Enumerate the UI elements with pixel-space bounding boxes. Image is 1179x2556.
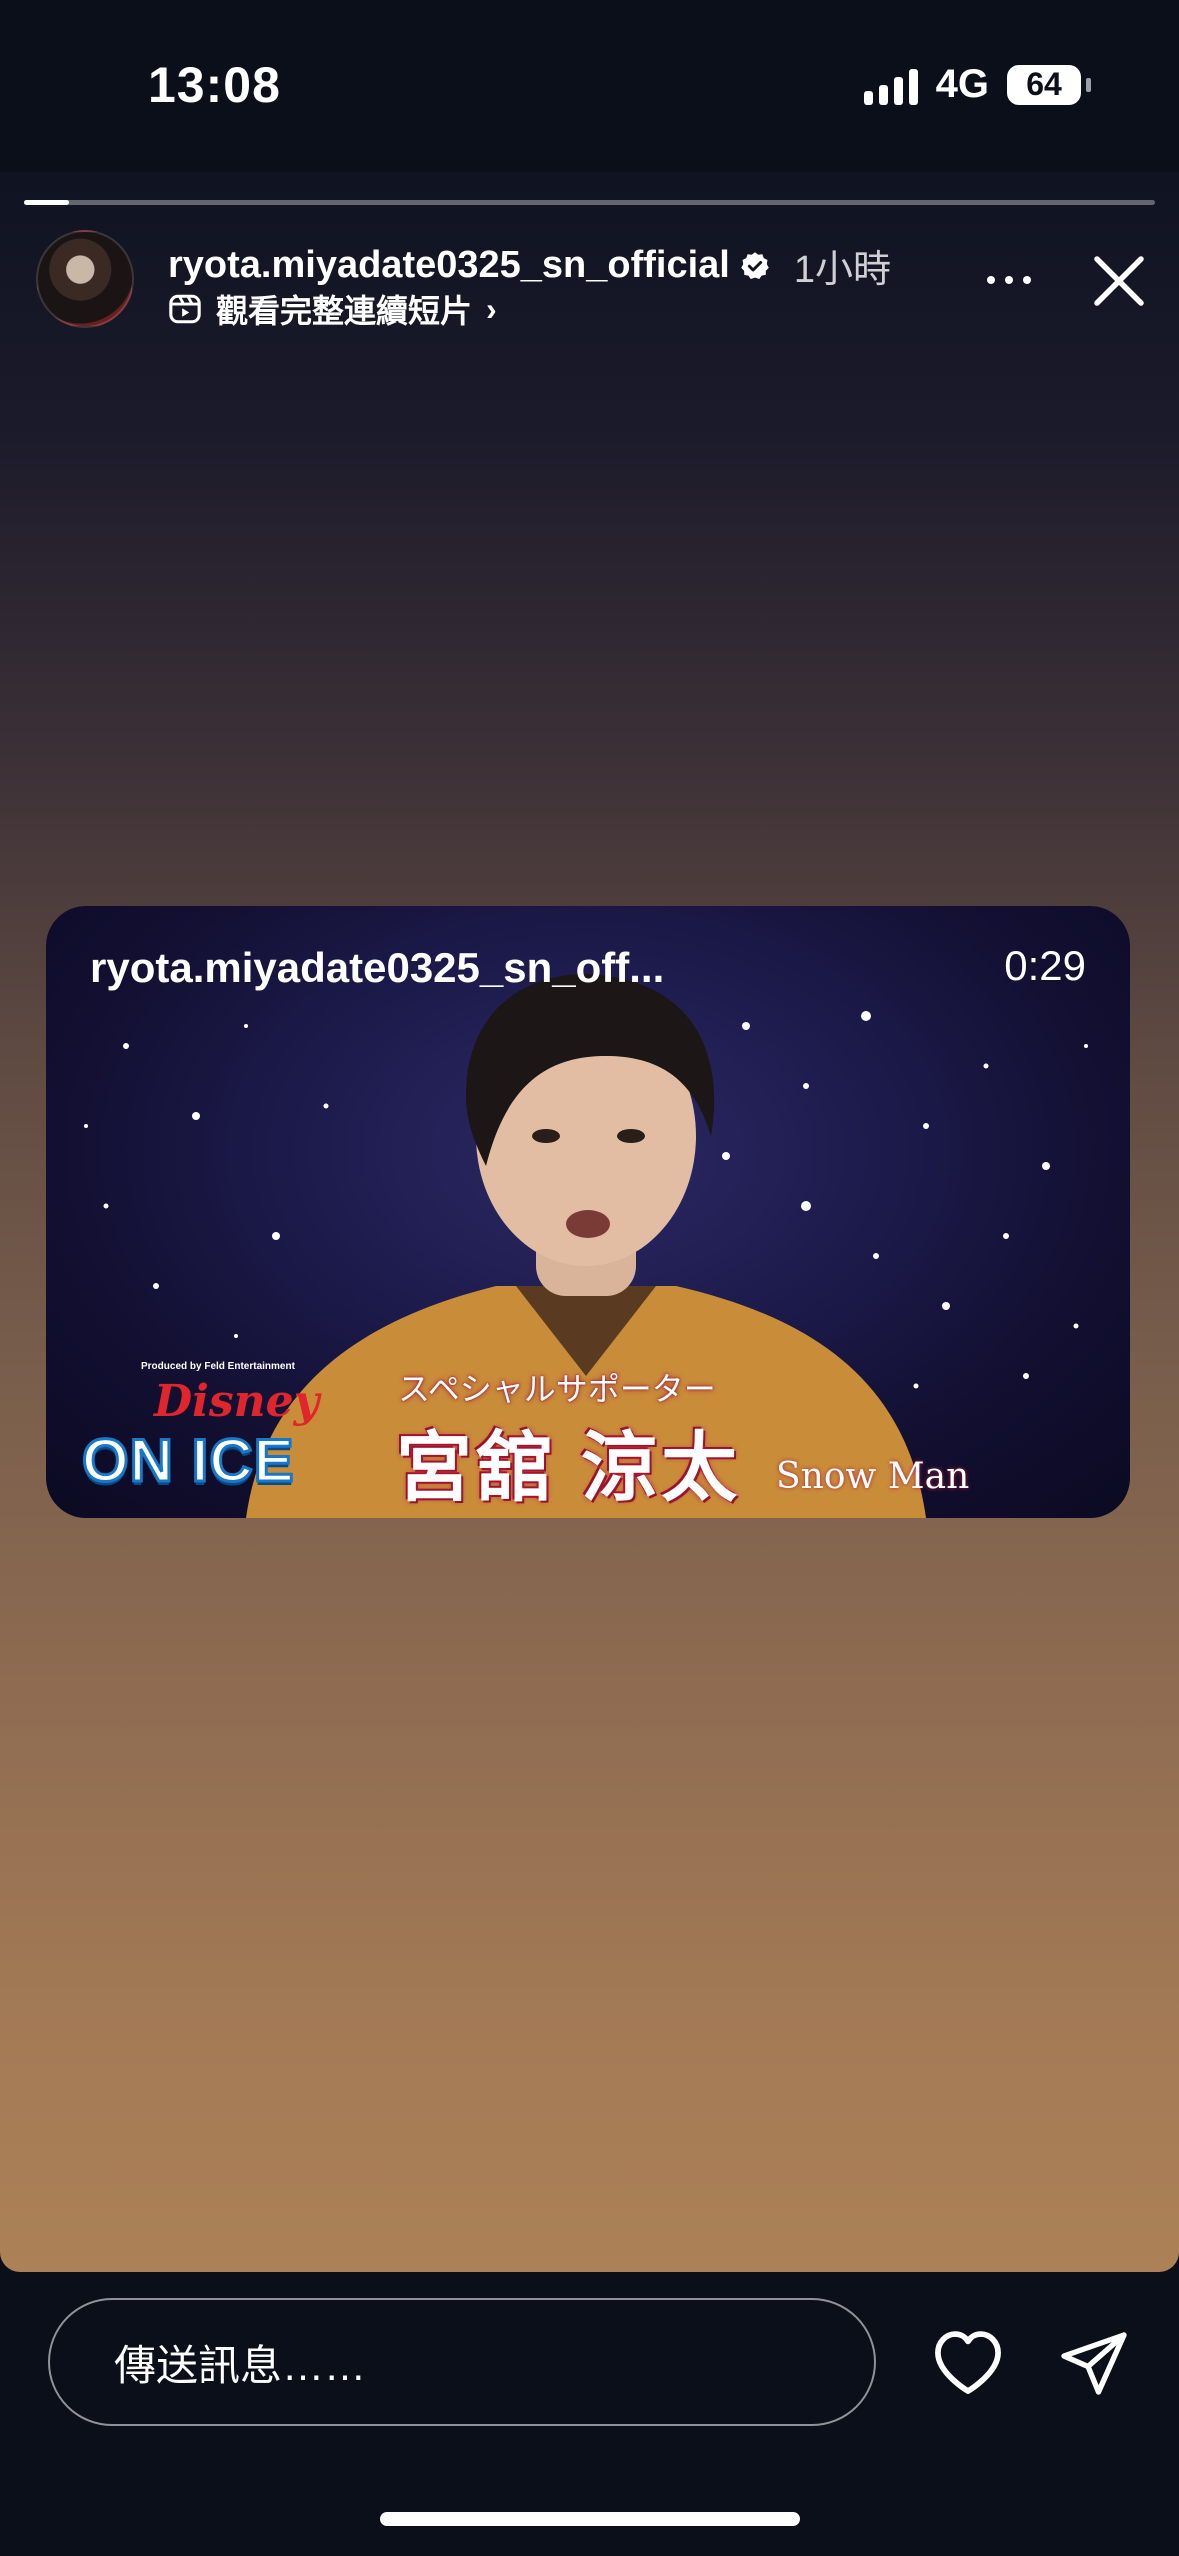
battery-icon: 64 bbox=[1007, 64, 1091, 105]
username[interactable]: ryota.miyadate0325_sn_official bbox=[168, 244, 730, 287]
chevron-right-icon: › bbox=[486, 290, 497, 327]
story-progress-bar bbox=[24, 200, 1155, 205]
story-progress-fill bbox=[24, 200, 70, 205]
disney-logo: Disney bbox=[154, 1376, 320, 1427]
story-header: ryota.miyadate0325_sn_official 1小時 觀看完整連… bbox=[36, 230, 1146, 330]
send-message-input[interactable]: 傳送訊息…… bbox=[48, 2298, 876, 2426]
special-supporter-caption: スペシャルサポーター bbox=[398, 1371, 716, 1407]
signal-icon bbox=[863, 65, 918, 105]
home-indicator[interactable] bbox=[380, 2512, 800, 2526]
verified-icon bbox=[741, 251, 769, 279]
produced-by-text: Produced by Feld Entertainment bbox=[141, 1361, 295, 1372]
avatar[interactable] bbox=[36, 230, 134, 328]
heart-icon[interactable] bbox=[930, 2326, 1006, 2396]
close-icon[interactable] bbox=[1086, 248, 1152, 314]
more-icon[interactable] bbox=[974, 260, 1044, 300]
shared-reel-card[interactable]: ryota.miyadate0325_sn_off... 0:29 Produc… bbox=[46, 906, 1130, 1518]
battery-percent: 64 bbox=[1026, 66, 1062, 102]
message-placeholder: 傳送訊息…… bbox=[114, 2341, 367, 2389]
status-indicators: 4G 64 bbox=[863, 62, 1091, 107]
send-icon[interactable] bbox=[1058, 2326, 1130, 2398]
reels-icon bbox=[169, 294, 201, 324]
network-type: 4G bbox=[935, 62, 989, 106]
watch-full-reel-link[interactable]: 觀看完整連續短片 › bbox=[168, 286, 497, 332]
supporter-name: 宮舘 涼太 bbox=[396, 1426, 742, 1511]
post-time: 1小時 bbox=[793, 249, 891, 291]
status-bar: 13:08 4G 64 bbox=[0, 0, 1179, 170]
status-time: 13:08 bbox=[148, 57, 281, 113]
group-name: Snow Man bbox=[776, 1456, 970, 1497]
reel-link-label: 觀看完整連續短片 bbox=[216, 293, 473, 329]
video-title-overlay: Produced by Feld Entertainment Disney ON… bbox=[46, 906, 1130, 1518]
on-ice-logo: ON ICE bbox=[81, 1426, 296, 1496]
username-row: ryota.miyadate0325_sn_official 1小時 bbox=[168, 238, 891, 293]
story-viewer[interactable]: ryota.miyadate0325_sn_official 1小時 觀看完整連… bbox=[0, 172, 1179, 2272]
